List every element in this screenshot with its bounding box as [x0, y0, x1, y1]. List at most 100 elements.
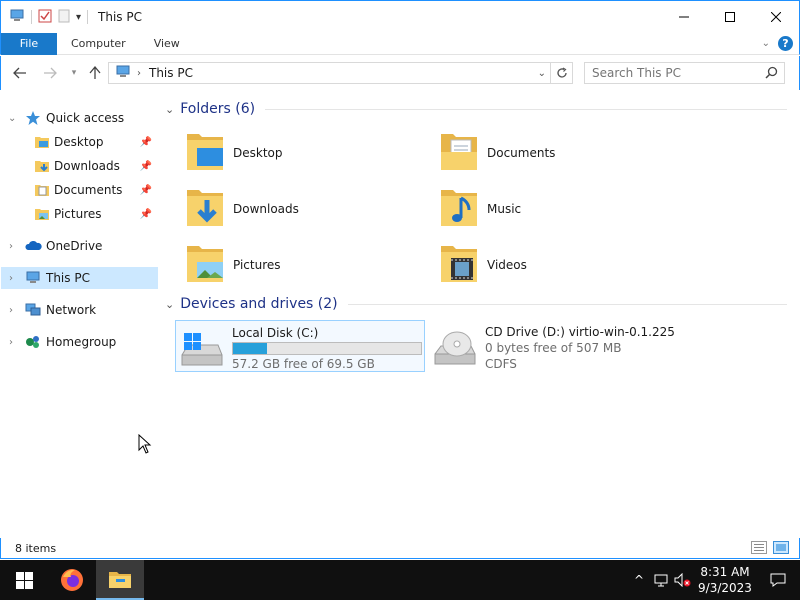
action-center-icon[interactable]: [756, 573, 800, 587]
folder-documents[interactable]: Documents: [439, 130, 555, 175]
properties-icon[interactable]: [38, 9, 52, 26]
taskbar-clock[interactable]: 8:31 AM 9/3/2023: [694, 564, 756, 596]
volume-muted-icon[interactable]: [672, 573, 694, 587]
tab-view[interactable]: View: [140, 33, 194, 55]
help-button[interactable]: ?: [778, 36, 793, 51]
expand-ribbon-chevron-icon[interactable]: ⌄: [762, 38, 770, 49]
address-row: ▾ › This PC ⌄: [0, 56, 800, 90]
pin-icon[interactable]: 📌: [140, 185, 152, 196]
drive-usage-bar: [232, 342, 422, 355]
refresh-button[interactable]: [551, 62, 573, 84]
quick-access-toolbar: ▾ This PC: [1, 1, 142, 33]
expanded-chevron-icon[interactable]: ⌄: [8, 113, 16, 124]
breadcrumb-this-pc[interactable]: This PC: [149, 66, 193, 80]
downloads-folder-icon: [35, 159, 49, 175]
group-divider: [265, 108, 787, 110]
folder-label: Videos: [487, 257, 527, 272]
nav-quick-access[interactable]: ⌄ Quick access: [1, 107, 158, 129]
nav-onedrive[interactable]: › OneDrive: [1, 235, 158, 257]
tab-file[interactable]: File: [1, 32, 57, 55]
folder-label: Music: [487, 201, 522, 216]
nav-quick-desktop[interactable]: Desktop 📌: [1, 131, 158, 153]
downloads-folder-icon: [185, 186, 225, 231]
show-hidden-icons-chevron-icon[interactable]: ^: [628, 573, 650, 587]
address-pc-icon: [115, 65, 131, 81]
folder-pictures[interactable]: Pictures: [185, 242, 281, 287]
tab-computer[interactable]: Computer: [57, 33, 140, 55]
minimize-button[interactable]: [661, 1, 707, 33]
drive-local-disk-c[interactable]: Local Disk (C:) 57.2 GB free of 69.5 GB: [175, 320, 425, 372]
large-icons-view-icon[interactable]: [773, 541, 789, 557]
nav-label: Documents: [54, 183, 123, 197]
title-separator: [87, 10, 89, 24]
new-folder-icon[interactable]: [58, 9, 70, 26]
windows-start-icon: [15, 571, 33, 589]
customize-qat-chevron-icon[interactable]: ▾: [76, 12, 81, 23]
folder-music[interactable]: Music: [439, 186, 521, 231]
close-button[interactable]: [753, 1, 799, 33]
collapsed-chevron-icon[interactable]: ›: [9, 305, 13, 316]
drive-info: Local Disk (C:) 57.2 GB free of 69.5 GB: [232, 326, 422, 371]
address-bar[interactable]: › This PC ⌄: [108, 62, 551, 84]
nav-homegroup[interactable]: › Homegroup: [1, 331, 158, 353]
pin-icon[interactable]: 📌: [140, 209, 152, 220]
nav-network[interactable]: › Network: [1, 299, 158, 321]
up-button[interactable]: [86, 64, 104, 82]
pin-icon[interactable]: 📌: [140, 161, 152, 172]
navigation-pane: ⌄ Quick access Desktop 📌 Downloads 📌 Doc…: [1, 96, 159, 536]
search-icon[interactable]: [765, 66, 778, 82]
nav-quick-documents[interactable]: Documents 📌: [1, 179, 158, 201]
folder-label: Desktop: [233, 145, 283, 160]
address-dropdown-chevron-icon[interactable]: ⌄: [538, 68, 546, 79]
folders-header-label: Folders (6): [180, 101, 256, 117]
nav-label: Quick access: [46, 111, 125, 125]
folders-group-header[interactable]: ⌄ Folders (6): [165, 101, 787, 117]
documents-folder-icon: [439, 130, 479, 175]
collapsed-chevron-icon[interactable]: ›: [9, 241, 13, 252]
desktop-folder-icon: [35, 135, 49, 151]
taskbar-file-explorer[interactable]: [96, 560, 144, 600]
taskbar-firefox[interactable]: [48, 560, 96, 600]
collapsed-chevron-icon[interactable]: ›: [9, 273, 13, 284]
close-icon: [771, 12, 781, 22]
forward-arrow-icon: [44, 67, 57, 79]
nav-this-pc[interactable]: › This PC: [1, 267, 158, 289]
folder-downloads[interactable]: Downloads: [185, 186, 299, 231]
drive-name: CD Drive (D:) virtio-win-0.1.225: [485, 325, 675, 339]
search-box[interactable]: [584, 62, 785, 84]
pin-icon[interactable]: 📌: [140, 137, 152, 148]
group-collapse-chevron-icon[interactable]: ⌄: [165, 298, 174, 311]
back-arrow-icon: [13, 67, 26, 79]
title-bar: ▾ This PC: [0, 0, 800, 33]
folder-label: Documents: [487, 145, 556, 160]
drive-name: Local Disk (C:): [232, 326, 319, 340]
drive-info: CD Drive (D:) virtio-win-0.1.225 0 bytes…: [485, 325, 675, 372]
back-button[interactable]: [11, 64, 29, 82]
group-collapse-chevron-icon[interactable]: ⌄: [165, 103, 174, 116]
videos-folder-icon: [439, 242, 479, 287]
start-button[interactable]: [0, 560, 48, 600]
nav-quick-pictures[interactable]: Pictures 📌: [1, 203, 158, 225]
folder-desktop[interactable]: Desktop: [185, 130, 283, 175]
nav-label: Network: [46, 303, 97, 317]
drive-cd-d[interactable]: CD Drive (D:) virtio-win-0.1.225 0 bytes…: [433, 320, 783, 372]
drives-group-header[interactable]: ⌄ Devices and drives (2): [165, 296, 787, 312]
window-title: This PC: [98, 10, 142, 24]
maximize-button[interactable]: [707, 1, 753, 33]
qat-separator: [31, 10, 32, 24]
folder-videos[interactable]: Videos: [439, 242, 527, 287]
details-view-icon[interactable]: [751, 541, 767, 557]
drive-free-space: 57.2 GB free of 69.5 GB: [232, 357, 375, 371]
network-status-icon[interactable]: [650, 574, 672, 587]
forward-button[interactable]: [41, 64, 59, 82]
ribbon-right-controls: ⌄ ?: [762, 36, 793, 51]
this-pc-window-icon: [9, 9, 25, 26]
recent-locations-chevron-icon[interactable]: ▾: [65, 64, 83, 82]
breadcrumb-chevron-icon[interactable]: ›: [137, 68, 141, 79]
this-pc-icon: [25, 271, 41, 288]
minimize-icon: [679, 16, 689, 18]
search-input[interactable]: [592, 66, 762, 80]
nav-quick-downloads[interactable]: Downloads 📌: [1, 155, 158, 177]
drives-header-label: Devices and drives (2): [180, 296, 338, 312]
collapsed-chevron-icon[interactable]: ›: [9, 337, 13, 348]
